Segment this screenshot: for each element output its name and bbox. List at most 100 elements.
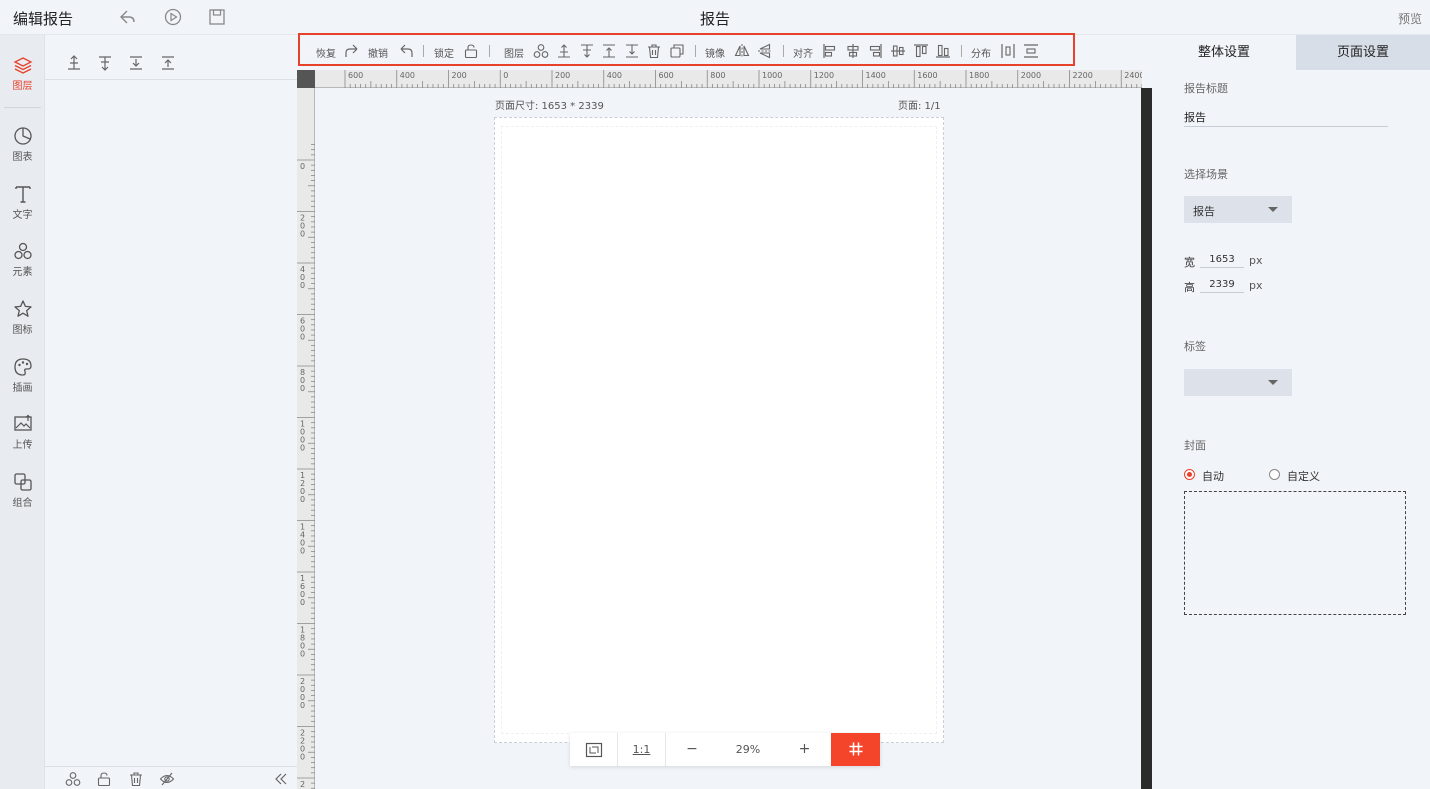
layer-down-icon[interactable] [96,54,114,72]
width-input[interactable] [1200,251,1244,268]
scene-select[interactable]: 报告 [1184,196,1292,223]
rail-divider [4,107,41,108]
send-backward-icon[interactable] [579,43,595,59]
width-label: 宽 [1184,256,1195,269]
actual-size-button[interactable]: 1:1 [618,733,666,766]
ruler-label: 1000 [762,71,782,80]
zoom-bar: 1:1 − 29% + [570,733,880,766]
lock-layer-icon[interactable] [96,771,112,787]
align-left-icon[interactable] [822,43,838,59]
horizontal-ruler-ticks: 600 400 200 0 200 400 600 800 1000 1200 1400 1600 18… [344,70,1142,88]
tab-overall-settings[interactable]: 整体设置 [1152,35,1296,70]
ruler-label: 200 [555,71,570,80]
cover-upload-area[interactable] [1184,491,1406,615]
align-bottom-icon[interactable] [935,43,951,59]
canvas-scrollbar[interactable] [1141,88,1152,789]
cover-custom-label[interactable]: 自定义 [1287,468,1320,484]
report-title-input[interactable] [1184,108,1388,127]
group-layer-icon[interactable] [65,771,81,787]
rail-item-label: 插画 [12,383,33,394]
back-icon[interactable] [117,6,139,28]
flip-vertical-icon[interactable] [757,43,773,59]
tool-rail: 图层 图表 文字 元素 图标 插画 上传 组合 [0,35,45,789]
fit-screen-button[interactable] [570,733,618,766]
undo-icon[interactable] [398,43,414,59]
chevron-down-icon [1268,207,1278,212]
send-to-back-icon[interactable] [624,43,640,59]
copy-icon[interactable] [669,43,685,59]
layer-bottom-icon[interactable] [127,54,145,72]
redo-icon[interactable] [344,43,360,59]
fit-screen-icon [585,742,602,758]
flip-horizontal-icon[interactable] [734,43,750,59]
collapse-panel-icon[interactable] [273,771,289,787]
ruler-label: 400 [400,71,415,80]
tab-page-settings[interactable]: 页面设置 [1296,35,1430,70]
layer-label[interactable]: 图层 [504,45,524,60]
cover-custom-radio[interactable] [1269,469,1280,480]
undo-label[interactable]: 撤销 [368,45,388,60]
ruler-label: 0 [300,547,305,556]
delete-icon[interactable] [646,43,662,59]
layer-group-icon[interactable] [533,43,549,59]
grid-toggle-button[interactable] [831,733,880,766]
ruler-label: 600 [659,71,674,80]
rail-item-layers[interactable]: 图层 [0,49,45,101]
layer-panel [45,35,297,789]
ruler-label: 2000 [1021,71,1041,80]
play-icon[interactable] [162,6,184,28]
ruler-label: 1400 [866,71,886,80]
ruler-label: 0 [300,701,305,710]
redo-label[interactable]: 恢复 [316,45,336,60]
layer-top-icon[interactable] [159,54,177,72]
height-input[interactable] [1200,276,1244,293]
rail-item-group[interactable]: 组合 [0,466,45,518]
palette-icon [13,358,32,376]
align-label[interactable]: 对齐 [793,45,813,60]
ruler-label: 0 [300,384,305,393]
lock-label[interactable]: 锁定 [434,45,454,60]
cover-auto-radio[interactable] [1184,469,1195,480]
tag-select[interactable] [1184,369,1292,396]
align-top-icon[interactable] [913,43,929,59]
preview-button[interactable]: 预览 [1398,10,1422,27]
ruler-label: 400 [607,71,622,80]
zoom-in-button[interactable]: + [778,733,831,766]
bring-to-front-icon[interactable] [601,43,617,59]
rail-item-upload[interactable]: 上传 [0,408,45,460]
delete-layer-icon[interactable] [128,771,144,787]
distribute-horizontal-icon[interactable] [1000,43,1016,59]
bring-forward-icon[interactable] [556,43,572,59]
align-right-icon[interactable] [867,43,883,59]
save-icon[interactable] [206,6,228,28]
rail-item-text[interactable]: 文字 [0,178,45,230]
distribute-label[interactable]: 分布 [971,45,991,60]
report-page[interactable] [494,117,944,743]
vertical-ruler-ticks: 0200400600800100012001400160018002000220… [297,144,315,789]
ruler-label: 2400 [1124,71,1142,80]
ruler-label: 1600 [917,71,937,80]
ruler-label: 2200 [1073,71,1093,80]
toolbar-divider [423,45,424,57]
rail-item-icons[interactable]: 图标 [0,293,45,345]
align-middle-v-icon[interactable] [890,43,906,59]
hide-layer-icon[interactable] [159,771,175,787]
zoom-out-button[interactable]: − [666,733,718,766]
cover-auto-label[interactable]: 自动 [1202,468,1224,484]
toolbar-divider [961,45,962,57]
zoom-level: 29% [735,743,761,756]
height-unit: px [1249,279,1263,292]
layer-up-icon[interactable] [65,54,83,72]
rail-item-illustration[interactable]: 插画 [0,351,45,403]
rail-item-label: 文字 [12,210,33,221]
ruler-label: 200 [452,71,467,80]
mirror-label[interactable]: 镜像 [705,45,725,60]
distribute-vertical-icon[interactable] [1023,43,1039,59]
page-margin-guide [501,126,937,734]
ruler-label: 0 [300,333,305,342]
ruler-label: 0 [300,753,305,762]
lock-icon[interactable] [463,43,479,59]
rail-item-chart[interactable]: 图表 [0,120,45,172]
align-center-h-icon[interactable] [845,43,861,59]
rail-item-elements[interactable]: 元素 [0,235,45,287]
